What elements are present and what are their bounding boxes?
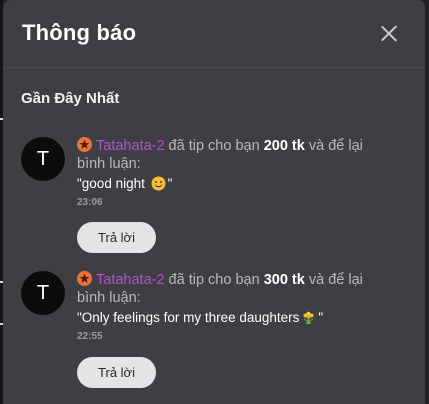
comment-body: "good night [77, 176, 149, 191]
username-link[interactable]: Tatahata-2 [96, 272, 165, 288]
timestamp: 22:55 [77, 331, 103, 342]
notification-content: Tatahata-2 đã tip cho bạn 300 tk và để l… [77, 271, 395, 342]
tip-amount: 200 tk [263, 138, 305, 154]
notification-message: Tatahata-2 đã tip cho bạn 300 tk và để l… [77, 271, 395, 307]
notification-content: Tatahata-2 đã tip cho bạn 200 tk và để l… [77, 137, 395, 208]
section-title: Gần Đây Nhất [21, 90, 120, 107]
comment-end: " [318, 310, 324, 325]
comment-body: "Only feelings for my three daughters [77, 310, 300, 325]
username-link[interactable]: Tatahata-2 [96, 138, 165, 154]
tip-amount: 300 tk [263, 272, 305, 288]
message-text: đã tip cho bạn [164, 272, 264, 288]
comment-text: "good night " [77, 175, 395, 196]
flower-bouquet-emoji-icon [301, 310, 316, 330]
header-divider [3, 67, 425, 68]
panel-title: Thông báo [22, 20, 137, 45]
notifications-panel: Thông báo Gần Đây Nhất T Tatahata-2 đã t… [3, 0, 425, 404]
reply-button[interactable]: Trả lời [77, 222, 156, 253]
star-badge-icon [77, 271, 92, 286]
avatar[interactable]: T [21, 137, 65, 181]
reply-button[interactable]: Trả lời [77, 357, 156, 388]
avatar-letter: T [36, 281, 50, 304]
message-text: đã tip cho bạn [164, 138, 264, 154]
smiling-face-emoji-icon [151, 176, 166, 196]
notification-message: Tatahata-2 đã tip cho bạn 200 tk và để l… [77, 137, 395, 173]
comment-text: "Only feelings for my three daughters " [77, 309, 395, 330]
comment-end: " [167, 176, 173, 191]
avatar[interactable]: T [21, 271, 65, 315]
star-badge-icon [77, 137, 92, 152]
close-icon[interactable] [377, 22, 401, 46]
avatar-letter: T [36, 147, 50, 170]
timestamp: 23:06 [77, 197, 103, 208]
